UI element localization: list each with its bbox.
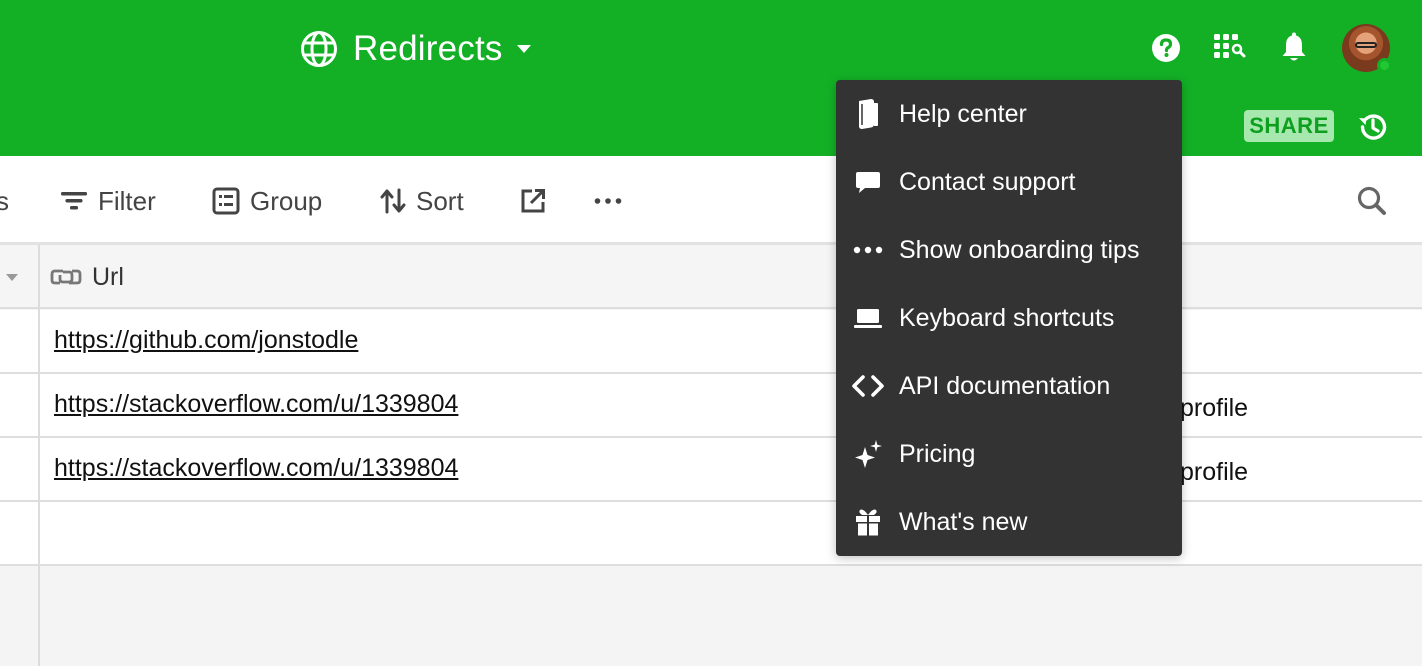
records-grid: Url https://github.com/jonstodle https:/…: [0, 245, 1422, 666]
menu-item-label: API documentation: [899, 371, 1111, 400]
sparkle-icon: [852, 438, 884, 470]
column-header-url[interactable]: Url: [50, 261, 124, 293]
search-icon: [1357, 186, 1386, 215]
menu-item-onboarding-tips[interactable]: Show onboarding tips: [836, 220, 1182, 280]
table-row[interactable]: https://github.com/jonstodle: [0, 310, 1422, 374]
menu-item-pricing[interactable]: Pricing: [836, 424, 1182, 484]
filter-button[interactable]: Filter: [60, 184, 156, 218]
column-header-url-label: Url: [92, 262, 124, 291]
menu-item-help-center[interactable]: Help center: [836, 84, 1182, 144]
chevron-down-icon: [516, 45, 531, 53]
sort-button[interactable]: Sort: [380, 184, 464, 218]
app-header: Redirects SHARE: [0, 0, 1422, 156]
filter-label: Filter: [98, 185, 156, 216]
menu-item-label: Help center: [899, 99, 1027, 128]
grid-header-row: Url: [0, 245, 1422, 309]
url-cell[interactable]: https://github.com/jonstodle: [54, 326, 358, 355]
more-icon: [594, 198, 622, 204]
toolbar-truncated-item[interactable]: s: [0, 184, 9, 218]
bell-icon[interactable]: [1278, 31, 1310, 65]
dots-icon: [852, 234, 884, 266]
more-options-button[interactable]: [594, 184, 632, 218]
url-field-icon: [50, 269, 82, 285]
menu-item-keyboard-shortcuts[interactable]: Keyboard shortcuts: [836, 288, 1182, 348]
table-row[interactable]: [0, 502, 1422, 566]
sort-icon: [380, 188, 406, 214]
extra-cell: profile: [1180, 394, 1249, 422]
table-row[interactable]: https://stackoverflow.com/u/1339804 prof…: [0, 438, 1422, 502]
menu-item-whats-new[interactable]: What's new: [836, 492, 1182, 552]
column-menu-caret-icon[interactable]: [6, 274, 18, 281]
chat-bubble-icon: [852, 166, 884, 198]
sort-label: Sort: [416, 185, 464, 216]
url-cell[interactable]: https://stackoverflow.com/u/1339804: [54, 390, 458, 419]
menu-item-api-documentation[interactable]: API documentation: [836, 356, 1182, 416]
apps-grid-icon[interactable]: [1210, 30, 1248, 64]
globe-icon: [301, 31, 337, 67]
toolbar-truncated-label: s: [0, 185, 9, 216]
menu-item-contact-support[interactable]: Contact support: [836, 152, 1182, 212]
history-icon[interactable]: [1356, 110, 1390, 144]
group-label: Group: [250, 185, 323, 216]
base-title-button[interactable]: Redirects: [300, 28, 531, 70]
group-icon: [212, 187, 240, 215]
menu-item-label: Contact support: [899, 167, 1076, 196]
menu-item-label: Pricing: [899, 439, 976, 468]
filter-icon: [61, 192, 87, 210]
avatar-glasses: [1355, 42, 1377, 48]
base-name: Redirects: [353, 29, 503, 68]
table-row[interactable]: https://stackoverflow.com/u/1339804 prof…: [0, 374, 1422, 438]
share-view-button[interactable]: [519, 184, 557, 218]
group-button[interactable]: Group: [212, 184, 322, 218]
search-button[interactable]: [1356, 184, 1398, 218]
extra-cell: profile: [1180, 458, 1249, 486]
gift-icon: [852, 506, 884, 538]
external-link-icon: [521, 189, 545, 213]
help-menu: Help center Contact support Show onboard…: [836, 80, 1182, 556]
code-icon: [852, 370, 884, 402]
menu-item-label: Keyboard shortcuts: [899, 303, 1115, 332]
avatar[interactable]: [1342, 24, 1392, 73]
view-toolbar: s Filter Group Sort: [0, 156, 1422, 245]
share-button[interactable]: SHARE: [1244, 110, 1334, 142]
column-divider: [38, 245, 40, 666]
laptop-icon: [852, 302, 884, 334]
help-icon[interactable]: [1150, 32, 1182, 64]
url-cell[interactable]: https://stackoverflow.com/u/1339804: [54, 454, 458, 483]
book-icon: [852, 98, 884, 130]
menu-item-label: Show onboarding tips: [899, 235, 1140, 264]
menu-item-label: What's new: [899, 507, 1028, 536]
online-status-dot: [1377, 58, 1392, 73]
